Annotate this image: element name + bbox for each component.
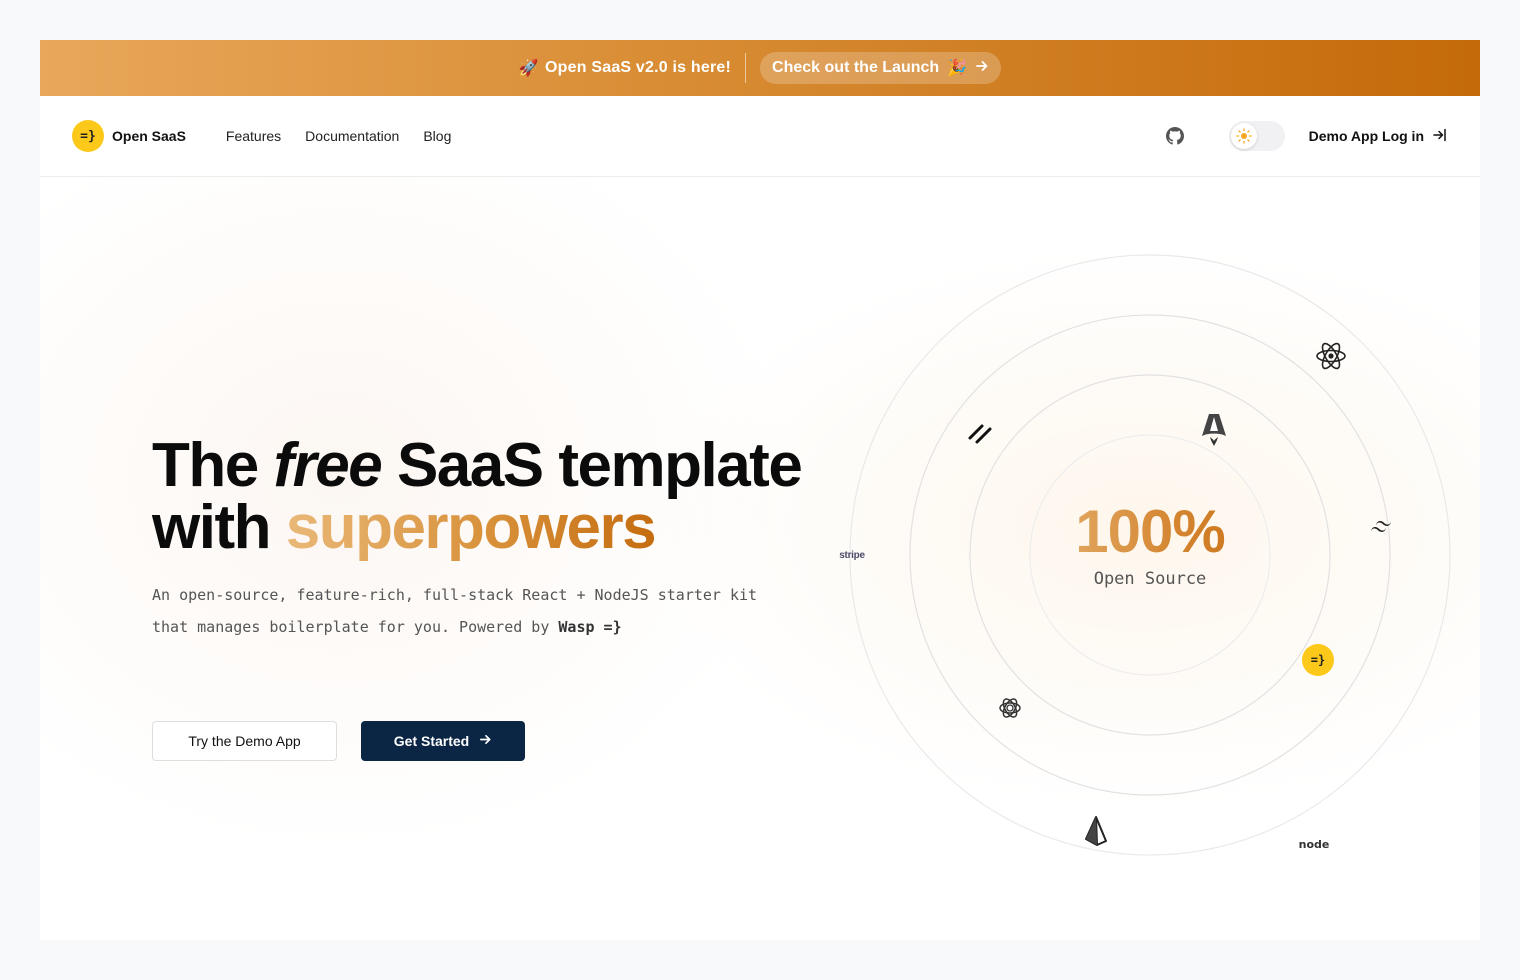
try-demo-button[interactable]: Try the Demo App [152, 721, 337, 761]
title-word-free: free [273, 431, 382, 500]
nav-link-documentation[interactable]: Documentation [305, 128, 399, 144]
demo-login-link[interactable]: Demo App Log in [1309, 127, 1448, 146]
nav-actions: Demo App Log in [1165, 121, 1448, 151]
stat-label: Open Source [1093, 569, 1207, 589]
page-frame: 🚀 Open SaaS v2.0 is here! Check out the … [40, 40, 1480, 940]
arrow-right-icon [479, 733, 492, 749]
theme-toggle[interactable] [1228, 121, 1285, 151]
node-icon: node [1298, 837, 1330, 851]
launch-link[interactable]: Check out the Launch 🎉 [760, 52, 1002, 84]
title-superpowers: superpowers [285, 493, 657, 562]
top-nav: =} Open SaaS Features Documentation Blog [40, 96, 1480, 177]
banner-divider [745, 53, 747, 83]
stat-value: 100% [1010, 497, 1290, 567]
nav-link-features[interactable]: Features [226, 128, 281, 144]
astro-icon [1200, 412, 1228, 448]
brand-name[interactable]: Open SaaS [112, 128, 186, 144]
sun-icon [1230, 123, 1257, 149]
tailwind-icon [1368, 518, 1394, 538]
subtitle-powered-by: that manages boilerplate for you. Powere… [152, 618, 550, 636]
party-icon: 🎉 [947, 60, 968, 77]
github-icon[interactable] [1165, 126, 1185, 146]
rocket-icon: 🚀 [518, 60, 540, 77]
get-started-label: Get Started [393, 733, 470, 749]
open-source-stat: 100% Open Source [1010, 497, 1290, 589]
arrow-right-icon [975, 59, 989, 78]
title-word-the: The [152, 431, 259, 500]
login-arrow-icon [1432, 127, 1448, 146]
login-label: Demo App Log in [1308, 128, 1424, 144]
launch-link-label: Check out the Launch [772, 59, 940, 76]
stripe-icon: stripe [839, 549, 865, 561]
get-started-button[interactable]: Get Started [361, 721, 525, 761]
hero-subtitle: An open-source, feature-rich, full-stack… [152, 579, 852, 643]
shadcn-icon [966, 418, 996, 448]
hero-section: The free SaaS template with superpowers … [40, 177, 1480, 940]
banner-text: Open SaaS v2.0 is here! [545, 59, 732, 76]
logo-icon[interactable]: =} [72, 120, 104, 152]
subtitle-line2: that manages boilerplate for you. Powere… [152, 611, 852, 643]
banner-message: 🚀 Open SaaS v2.0 is here! [519, 58, 731, 78]
hero-title: The free SaaS template with superpowers [152, 435, 803, 559]
prisma-icon [1082, 814, 1110, 848]
nav-links: Features Documentation Blog [226, 128, 451, 144]
wasp-icon: =} [1302, 644, 1334, 676]
openai-icon [996, 694, 1024, 722]
title-word-with: with [152, 493, 271, 562]
react-icon [1314, 339, 1348, 373]
hero-title-line1: The free SaaS template [152, 435, 803, 497]
hero-title-line2: with superpowers [152, 497, 801, 559]
wasp-badge: =} [1302, 644, 1334, 676]
announcement-banner[interactable]: 🚀 Open SaaS v2.0 is here! Check out the … [40, 40, 1480, 96]
nav-link-blog[interactable]: Blog [423, 128, 451, 144]
subtitle-line1: An open-source, feature-rich, full-stack… [152, 586, 758, 604]
title-saas-template: SaaS template [396, 431, 803, 500]
subtitle-wasp: Wasp =} [558, 618, 622, 636]
